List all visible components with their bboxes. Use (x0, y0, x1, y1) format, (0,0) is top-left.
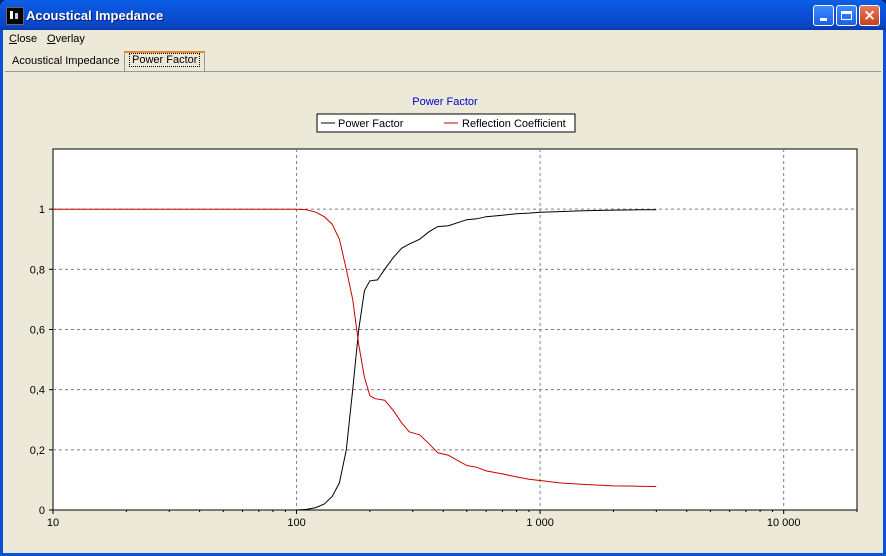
legend-label-power-factor: Power Factor (338, 118, 404, 130)
maximize-button[interactable] (836, 5, 857, 26)
legend-label-reflection: Reflection Coefficient (462, 118, 566, 130)
menu-overlay-label: verlay (55, 33, 85, 45)
minimize-button[interactable] (813, 5, 834, 26)
menu-close-accel: C (9, 33, 17, 45)
chart-legend: Power Factor Reflection Coefficient (316, 113, 576, 133)
minimize-icon (820, 18, 827, 21)
chart-title: Power Factor (412, 96, 478, 108)
app-icon[interactable] (6, 7, 24, 25)
x-tick-label: 10 000 (767, 517, 801, 529)
tab-acoustical-impedance[interactable]: Acoustical Impedance (8, 54, 124, 71)
y-tick-label: 0,8 (30, 264, 45, 276)
y-tick-label: 0,4 (30, 385, 45, 397)
menu-bar: Close Overlay (3, 30, 883, 48)
menu-overlay[interactable]: Overlay (47, 33, 85, 45)
x-tick-label: 10 (47, 517, 59, 529)
tab-strip: Acoustical Impedance Power Factor (3, 50, 883, 72)
window-title: Acoustical Impedance (26, 8, 164, 23)
maximize-icon (841, 11, 852, 20)
x-tick-label: 1 000 (526, 517, 554, 529)
y-tick-label: 0,6 (30, 325, 45, 337)
power-factor-chart: Power Factor Power Factor Reflection Coe… (30, 96, 858, 529)
tab-power-factor-label: Power Factor (129, 53, 201, 67)
close-button[interactable]: × (859, 5, 880, 26)
y-tick-label: 1 (39, 204, 45, 216)
tab-panel: Power Factor Power Factor Reflection Coe… (5, 71, 881, 549)
x-axis-ticks: 10 100 1 000 10 000 (47, 510, 858, 529)
y-tick-label: 0,2 (30, 445, 45, 457)
x-tick-label: 100 (287, 517, 305, 529)
title-bar[interactable]: Acoustical Impedance × (0, 0, 886, 30)
y-axis-ticks: 0 0,2 0,4 0,6 0,8 1 (30, 204, 53, 517)
menu-overlay-accel: O (47, 33, 56, 45)
app-window: Acoustical Impedance × Close Overlay Aco… (0, 0, 886, 556)
close-icon: × (863, 6, 876, 24)
tab-acoustical-impedance-label: Acoustical Impedance (12, 55, 120, 67)
y-tick-label: 0 (39, 505, 45, 517)
menu-close[interactable]: Close (9, 33, 37, 45)
tab-power-factor[interactable]: Power Factor (124, 51, 206, 71)
menu-close-label: lose (16, 33, 38, 45)
